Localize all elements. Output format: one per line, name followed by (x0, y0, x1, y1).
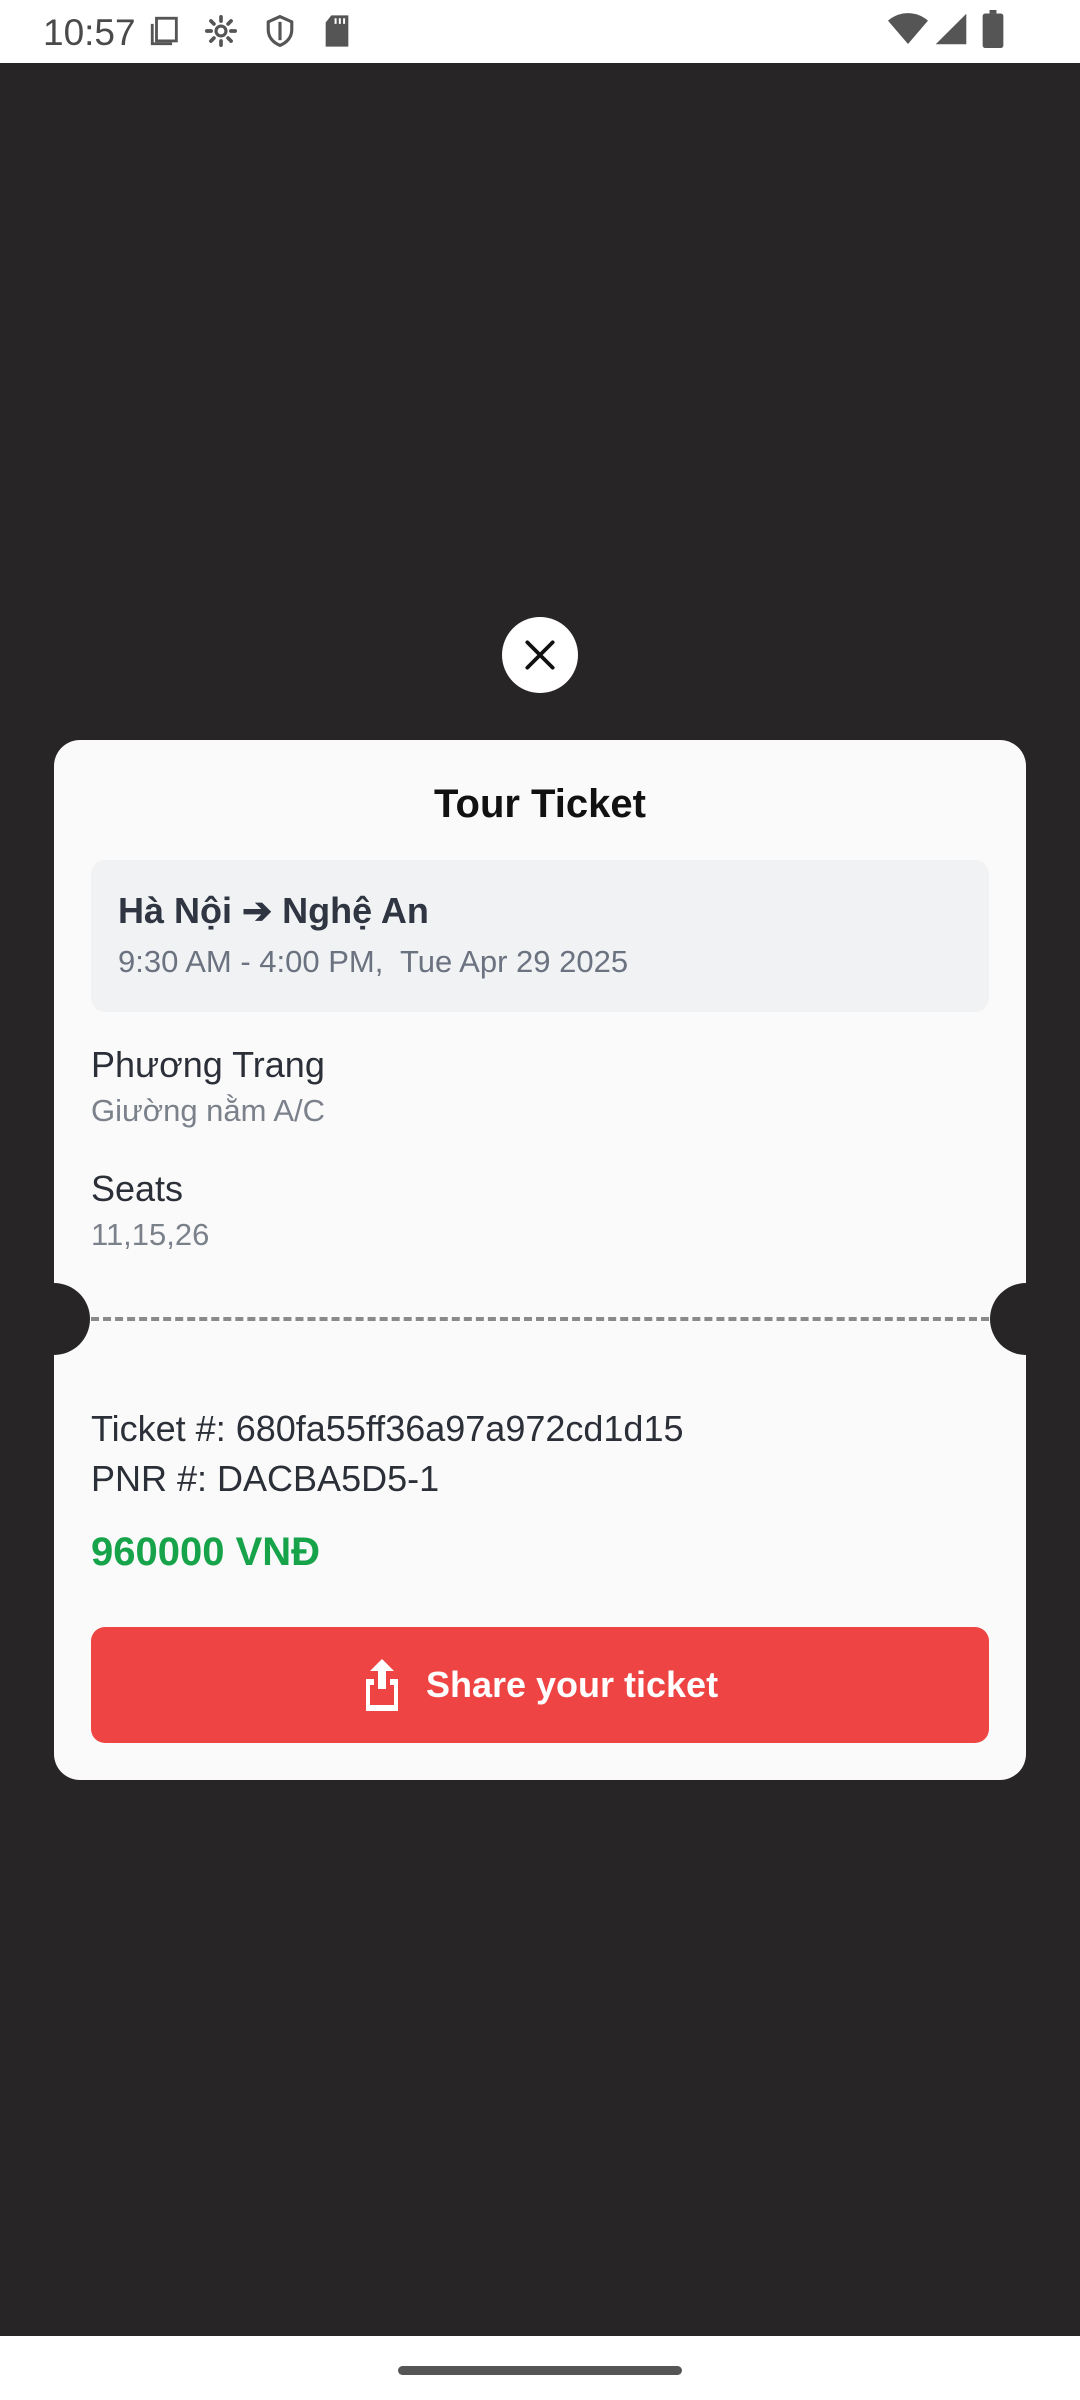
share-icon (362, 1657, 402, 1713)
navigation-bar (0, 2336, 1080, 2400)
route-text: Hà Nội ➔ Nghệ An (118, 890, 429, 931)
ticket-notch-right (990, 1283, 1062, 1355)
settings-gear-icon (204, 14, 238, 48)
sd-card-icon (322, 14, 352, 48)
screenshot-icon (148, 14, 182, 48)
status-bar: 10:57 (0, 0, 1080, 63)
seats-value: 11,15,26 (91, 1217, 210, 1252)
wifi-icon (888, 12, 928, 46)
operator-name: Phương Trang (91, 1044, 325, 1085)
ticket-notch-left (18, 1283, 90, 1355)
share-button-label: Share your ticket (425, 1664, 719, 1705)
home-indicator[interactable] (398, 2366, 682, 2375)
ticket-divider (91, 1317, 989, 1321)
close-icon (521, 636, 559, 674)
close-button[interactable] (502, 617, 578, 693)
status-time: 10:57 (43, 12, 136, 53)
ticket-number: Ticket #: 680fa55ff36a97a972cd1d15 (91, 1408, 684, 1449)
share-ticket-button[interactable]: Share your ticket (91, 1627, 989, 1743)
bus-type: Giường nằm A/C (91, 1093, 326, 1128)
seats-label: Seats (91, 1168, 184, 1209)
route-time: 9:30 AM - 4:00 PM, Tue Apr 29 2025 (118, 944, 629, 979)
shield-icon (264, 14, 296, 48)
ticket-title: Tour Ticket (434, 782, 646, 826)
signal-icon (934, 12, 968, 46)
battery-icon (982, 10, 1004, 48)
ticket-price: 960000 VNĐ (91, 1530, 321, 1574)
ticket-card: Tour Ticket Hà Nội ➔ Nghệ An 9:30 AM - 4… (18, 740, 1062, 1780)
pnr-number: PNR #: DACBA5D5-1 (91, 1458, 440, 1499)
route-box: Hà Nội ➔ Nghệ An 9:30 AM - 4:00 PM, Tue … (91, 860, 989, 1012)
